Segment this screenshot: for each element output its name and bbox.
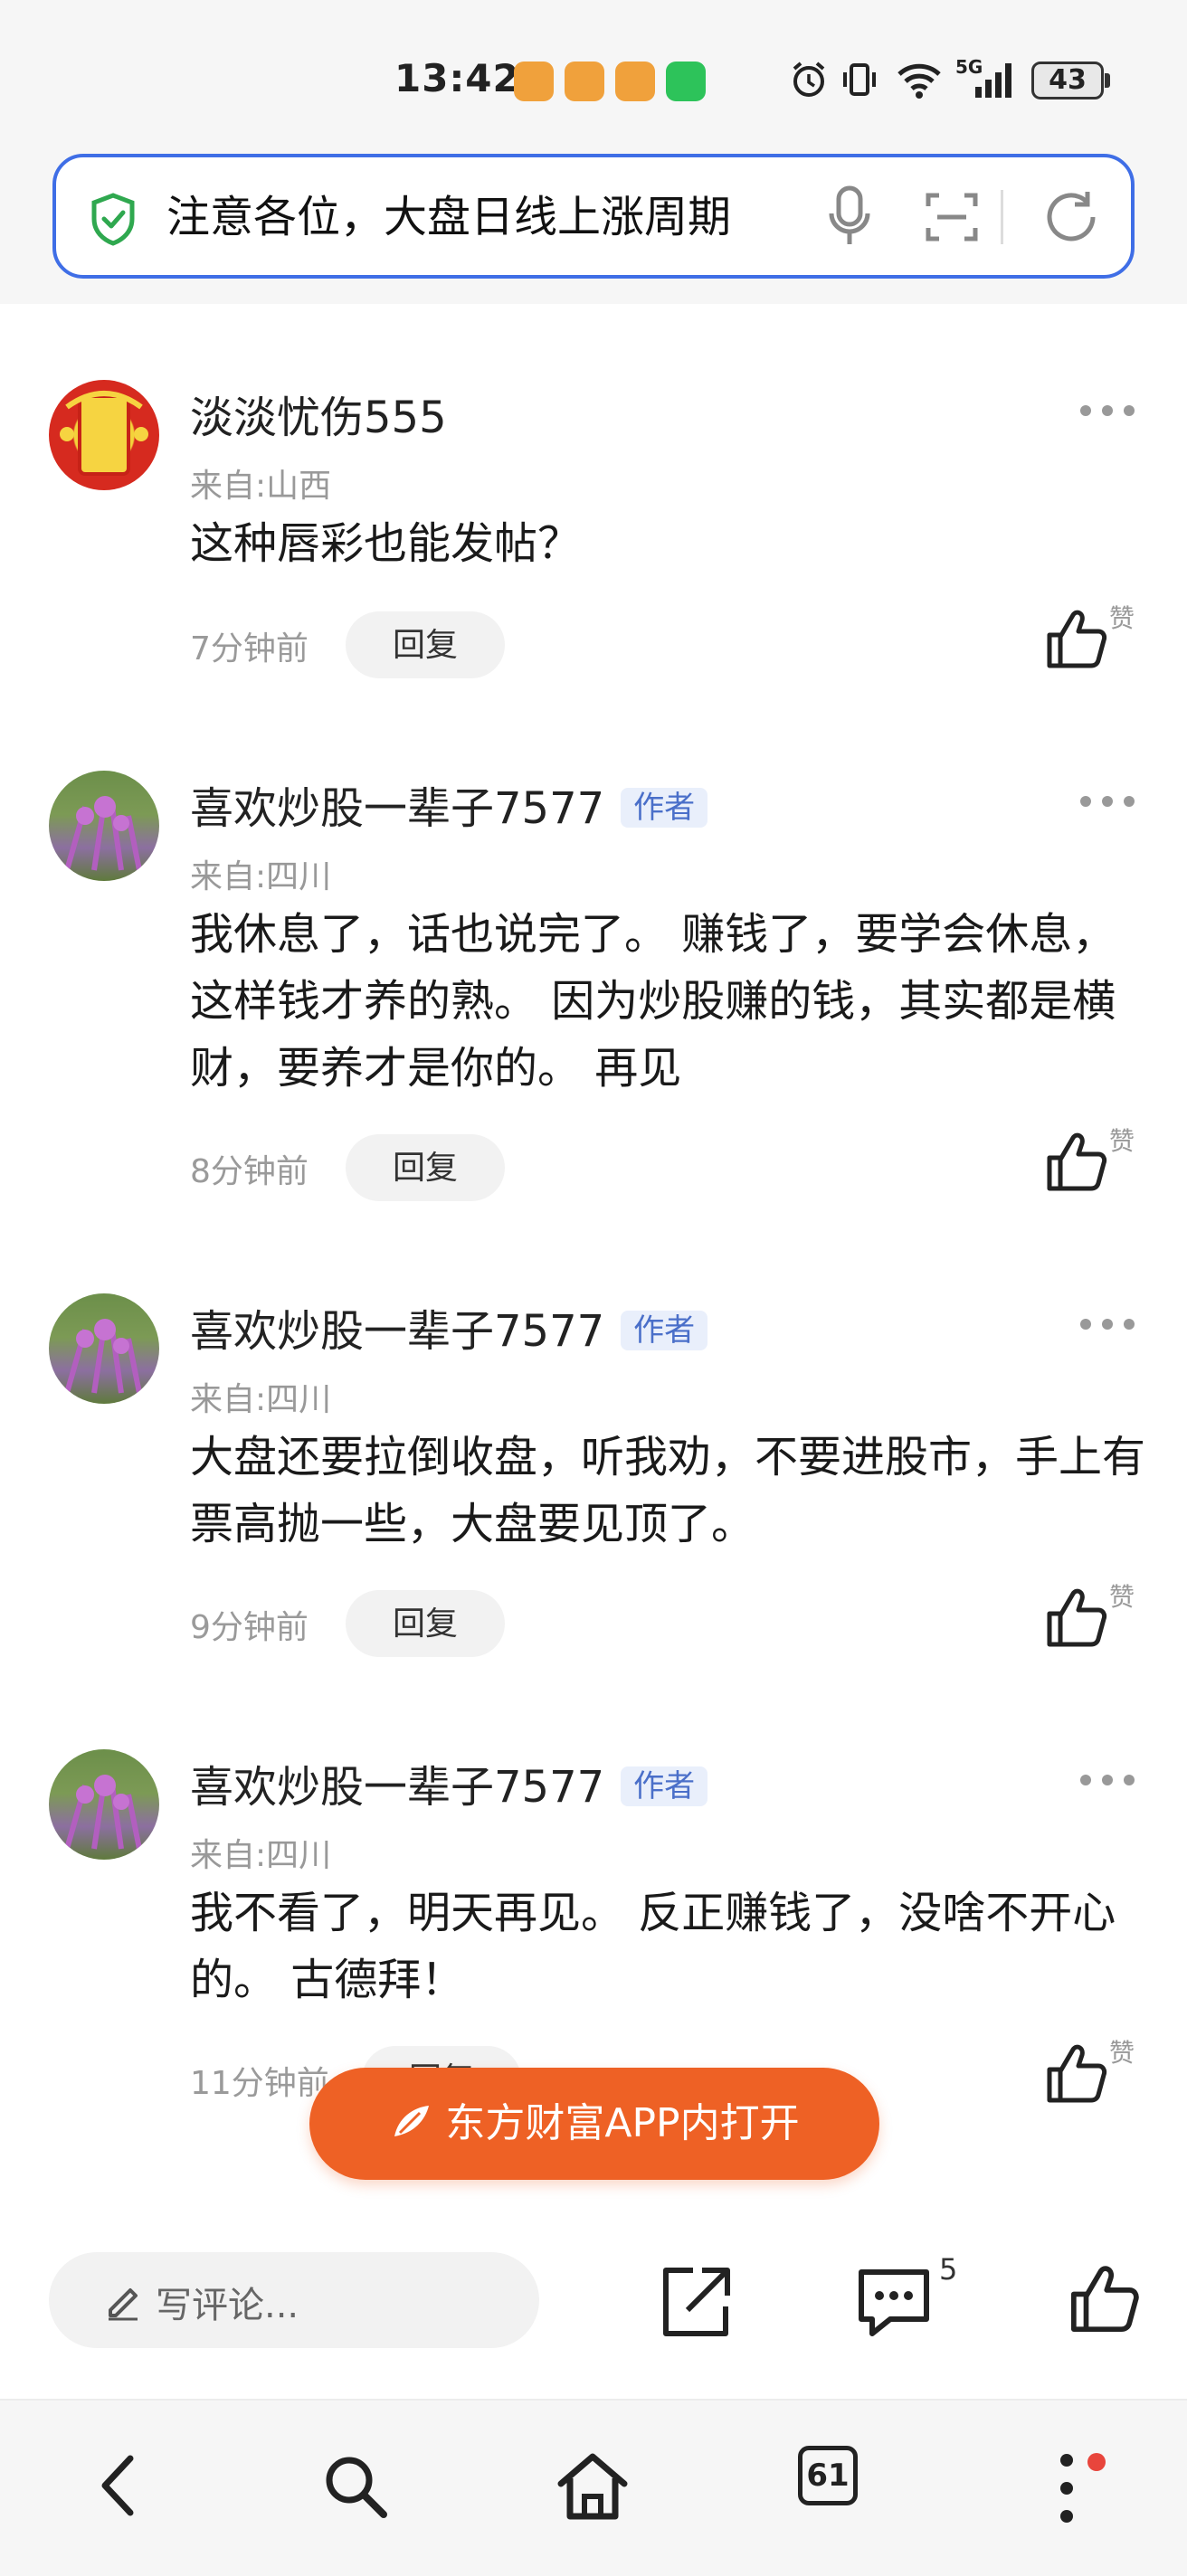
avatar-image <box>64 1319 142 1394</box>
scan-icon[interactable] <box>925 190 979 244</box>
more-dots-icon[interactable] <box>1077 1771 1138 1789</box>
search-input[interactable]: 注意各位，大盘日线上涨周期 <box>166 185 863 250</box>
brand-logo-icon <box>394 2106 430 2136</box>
avatar-image <box>64 1775 142 1850</box>
thumbs-up-icon[interactable] <box>1044 2041 1109 2106</box>
app-notification-icon <box>514 62 554 101</box>
notification-dot <box>1087 2453 1106 2471</box>
reply-button[interactable]: 回复 <box>346 611 505 678</box>
app-notification-icon <box>615 62 655 101</box>
share-icon[interactable] <box>657 2263 735 2341</box>
battery-tip <box>1105 73 1110 88</box>
avatar-image <box>60 391 148 476</box>
comment-username[interactable]: 淡淡忧伤555 <box>190 382 447 445</box>
comment-location: 来自:四川 <box>190 1381 332 1418</box>
comment-text: 大盘还要拉倒收盘，听我劝，不要进股市，手上有票高抛一些，大盘要见顶了。 <box>190 1432 1146 1549</box>
write-comment-placeholder: 写评论... <box>156 2285 299 2326</box>
thumbs-up-icon[interactable] <box>1044 1585 1109 1650</box>
avatar[interactable] <box>49 771 159 881</box>
back-icon[interactable] <box>90 2449 145 2522</box>
menu-dots-icon[interactable] <box>1053 2449 1080 2527</box>
like-label: 赞 <box>1109 603 1135 633</box>
open-in-app-button[interactable]: 东方财富APP内打开 <box>309 2068 879 2180</box>
comment-icon[interactable] <box>854 2265 934 2341</box>
avatar[interactable] <box>49 1749 159 1860</box>
more-dots-icon[interactable] <box>1077 1315 1138 1333</box>
alarm-icon <box>793 62 825 97</box>
shield-check-icon <box>91 193 135 246</box>
microphone-icon[interactable] <box>827 185 872 250</box>
search-bar[interactable]: 注意各位，大盘日线上涨周期 <box>52 154 1135 279</box>
like-label: 赞 <box>1109 1126 1135 1156</box>
signal-icon <box>975 63 1011 98</box>
author-badge: 作者 <box>621 788 708 828</box>
username-text[interactable]: 淡淡忧伤555 <box>190 393 447 443</box>
like-label: 赞 <box>1109 1582 1135 1612</box>
vibrate-icon <box>843 63 876 96</box>
status-bar: 13:42 5G 43 <box>0 0 1187 154</box>
app-notification-icon <box>565 62 604 101</box>
comment-username[interactable]: 喜欢炒股一辈子7577 作者 <box>190 772 708 836</box>
battery-indicator: 43 <box>1031 62 1104 99</box>
refresh-icon[interactable] <box>1040 186 1102 248</box>
wifi-icon <box>897 63 941 99</box>
thumbs-up-icon[interactable] <box>1068 2261 1142 2335</box>
like-label: 赞 <box>1109 2038 1135 2068</box>
comment-time: 11分钟前 <box>190 2065 329 2102</box>
search-divider <box>1001 190 1003 244</box>
comment-time: 7分钟前 <box>190 630 309 668</box>
comment-location: 来自:四川 <box>190 858 332 895</box>
comment-text: 我休息了，话也说完了。 赚钱了，要学会休息，这样钱才养的熟。 因为炒股赚的钱，其… <box>190 909 1116 1094</box>
comment-username[interactable]: 喜欢炒股一辈子7577 作者 <box>190 1751 708 1814</box>
thumbs-up-icon[interactable] <box>1044 606 1109 671</box>
username-text[interactable]: 喜欢炒股一辈子7577 <box>190 783 604 834</box>
open-in-app-label[interactable]: 东方财富APP内打开 <box>445 2100 799 2146</box>
thumbs-up-icon[interactable] <box>1044 1129 1109 1194</box>
author-badge: 作者 <box>621 1766 708 1806</box>
search-icon[interactable] <box>318 2449 391 2522</box>
browser-nav-bar: 61 <box>0 2399 1187 2576</box>
comment-text: 这种唇彩也能发帖？ <box>190 518 582 569</box>
comment-text: 我不看了，明天再见。 反正赚钱了，没啥不开心的。 古德拜！ <box>190 1888 1116 2005</box>
comment-username[interactable]: 喜欢炒股一辈子7577 作者 <box>190 1295 708 1359</box>
comment-time: 8分钟前 <box>190 1153 309 1190</box>
comment-location: 来自:山西 <box>190 468 332 505</box>
comment-count: 5 <box>939 2252 958 2287</box>
status-time: 13:42 <box>394 56 520 100</box>
write-comment-input[interactable]: 写评论... <box>49 2252 539 2348</box>
comment-toolbar: 写评论... 5 <box>0 2225 1187 2379</box>
reply-button[interactable]: 回复 <box>346 1590 505 1657</box>
avatar-image <box>64 796 142 871</box>
avatar[interactable] <box>49 380 159 490</box>
tabs-button[interactable]: 61 <box>798 2446 858 2505</box>
author-badge: 作者 <box>621 1311 708 1350</box>
comment-location: 来自:四川 <box>190 1837 332 1874</box>
more-dots-icon[interactable] <box>1077 402 1138 420</box>
wechat-icon <box>666 62 706 101</box>
username-text[interactable]: 喜欢炒股一辈子7577 <box>190 1306 604 1357</box>
home-icon[interactable] <box>554 2449 631 2522</box>
avatar[interactable] <box>49 1293 159 1404</box>
more-dots-icon[interactable] <box>1077 792 1138 810</box>
reply-button[interactable]: 回复 <box>346 1134 505 1201</box>
comment-time: 9分钟前 <box>190 1609 309 1646</box>
pencil-icon <box>109 2288 138 2321</box>
username-text[interactable]: 喜欢炒股一辈子7577 <box>190 1762 604 1813</box>
